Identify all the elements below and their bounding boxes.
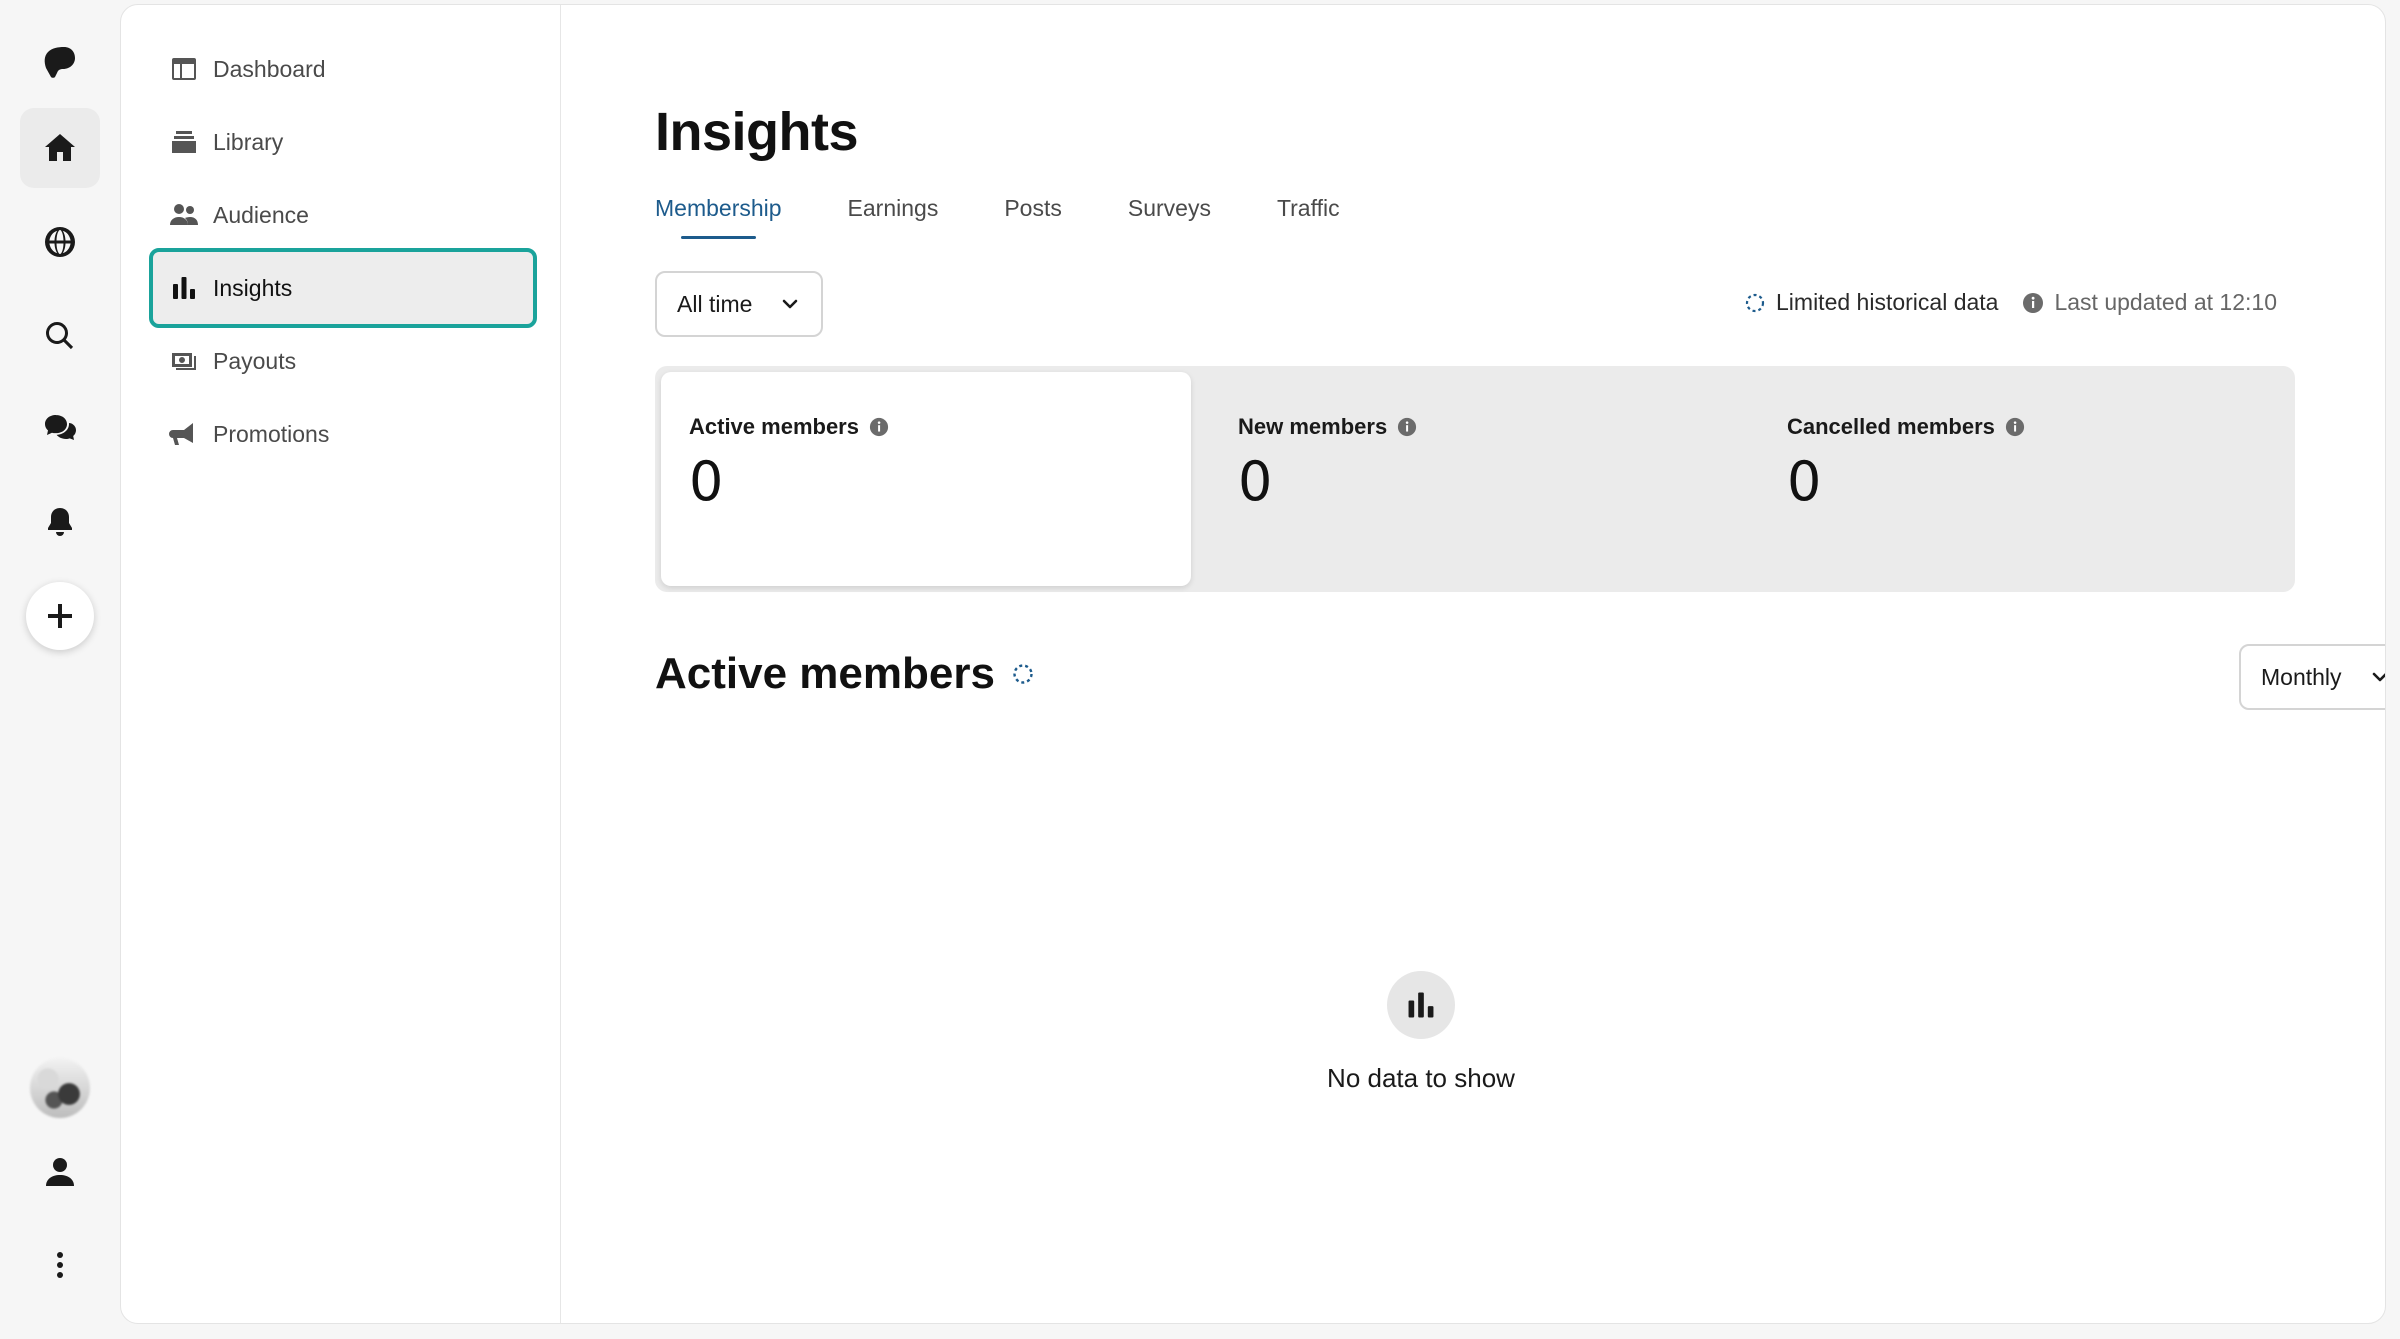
chart-title-text: Active members xyxy=(655,649,995,698)
sidebar: Dashboard Library Audience Insights Payo… xyxy=(121,5,561,1323)
info-icon[interactable] xyxy=(1397,417,1417,437)
time-range-value: All time xyxy=(677,290,753,317)
home-icon[interactable] xyxy=(20,108,100,188)
avatar[interactable] xyxy=(30,1058,90,1118)
insights-icon xyxy=(167,271,201,305)
sidebar-item-insights[interactable]: Insights xyxy=(149,248,537,328)
bar-chart-icon xyxy=(1387,971,1455,1039)
chart-section-title: Active members xyxy=(655,649,1035,699)
content-area: Insights Membership Earnings Posts Surve… xyxy=(561,5,2385,1323)
metric-label: New members xyxy=(1238,414,1388,439)
interval-value: Monthly xyxy=(2261,663,2342,690)
empty-state-text: No data to show xyxy=(1327,1063,1515,1093)
chevron-down-icon xyxy=(2372,672,2385,682)
interval-select[interactable]: Monthly xyxy=(2239,644,2385,710)
limited-data-text: Limited historical data xyxy=(1776,289,1999,315)
limited-data-indicator[interactable]: Limited historical data xyxy=(1744,289,1998,316)
sidebar-item-audience[interactable]: Audience xyxy=(153,179,533,251)
info-icon xyxy=(2023,292,2044,313)
loading-ring-icon xyxy=(1745,293,1765,312)
sidebar-item-library[interactable]: Library xyxy=(153,106,533,178)
audience-icon xyxy=(167,198,201,232)
metric-value: 0 xyxy=(689,450,724,513)
payouts-icon xyxy=(167,344,201,378)
tab-posts[interactable]: Posts xyxy=(1004,195,1062,237)
empty-state: No data to show xyxy=(1171,971,1671,1094)
dashboard-icon xyxy=(167,52,201,86)
megaphone-icon xyxy=(167,417,201,451)
tab-earnings[interactable]: Earnings xyxy=(848,195,939,237)
globe-icon[interactable] xyxy=(20,202,100,282)
loading-ring-icon xyxy=(1013,664,1033,684)
metric-active-members[interactable]: Active members 0 xyxy=(661,372,1191,586)
search-icon[interactable] xyxy=(20,296,100,376)
tab-surveys[interactable]: Surveys xyxy=(1128,195,1211,237)
last-updated: Last updated at 12:10 xyxy=(2022,289,2277,316)
metric-cancelled-members[interactable]: Cancelled members 0 xyxy=(1759,372,2289,586)
metric-value: 0 xyxy=(1238,450,1273,513)
sidebar-item-promotions[interactable]: Promotions xyxy=(153,398,533,470)
library-icon xyxy=(167,125,201,159)
main-card: Dashboard Library Audience Insights Payo… xyxy=(120,4,2386,1324)
chevron-down-icon xyxy=(783,299,798,309)
bell-icon[interactable] xyxy=(20,482,100,562)
info-icon[interactable] xyxy=(869,417,889,437)
tab-bar: Membership Earnings Posts Surveys Traffi… xyxy=(655,195,1406,239)
icon-rail xyxy=(0,0,120,1339)
sidebar-item-payouts[interactable]: Payouts xyxy=(153,325,533,397)
sidebar-item-label: Dashboard xyxy=(213,55,326,82)
page-title: Insights xyxy=(655,102,859,162)
user-icon[interactable] xyxy=(20,1132,100,1212)
metric-new-members[interactable]: New members 0 xyxy=(1210,372,1740,586)
metrics-panel: Active members 0 New members 0 Cancelled… xyxy=(655,366,2295,592)
metric-label: Active members xyxy=(689,414,859,439)
tab-membership[interactable]: Membership xyxy=(655,195,782,239)
chat-icon[interactable] xyxy=(20,389,100,469)
metric-label: Cancelled members xyxy=(1787,414,1995,439)
sidebar-item-label: Library xyxy=(213,128,284,155)
sidebar-item-label: Insights xyxy=(213,274,293,301)
sidebar-item-label: Audience xyxy=(213,201,309,228)
metric-value: 0 xyxy=(1787,450,1822,513)
plus-icon[interactable] xyxy=(26,582,94,650)
sidebar-item-dashboard[interactable]: Dashboard xyxy=(153,33,533,105)
time-range-select[interactable]: All time xyxy=(655,271,823,337)
data-status: Limited historical data Last updated at … xyxy=(1744,289,2277,316)
sidebar-item-label: Promotions xyxy=(213,420,330,447)
last-updated-text: Last updated at 12:10 xyxy=(2054,289,2277,315)
logo-icon[interactable] xyxy=(20,22,100,102)
more-vertical-icon[interactable] xyxy=(20,1225,100,1305)
info-icon[interactable] xyxy=(2005,417,2025,437)
sidebar-item-label: Payouts xyxy=(213,347,297,374)
tab-traffic[interactable]: Traffic xyxy=(1277,195,1340,237)
